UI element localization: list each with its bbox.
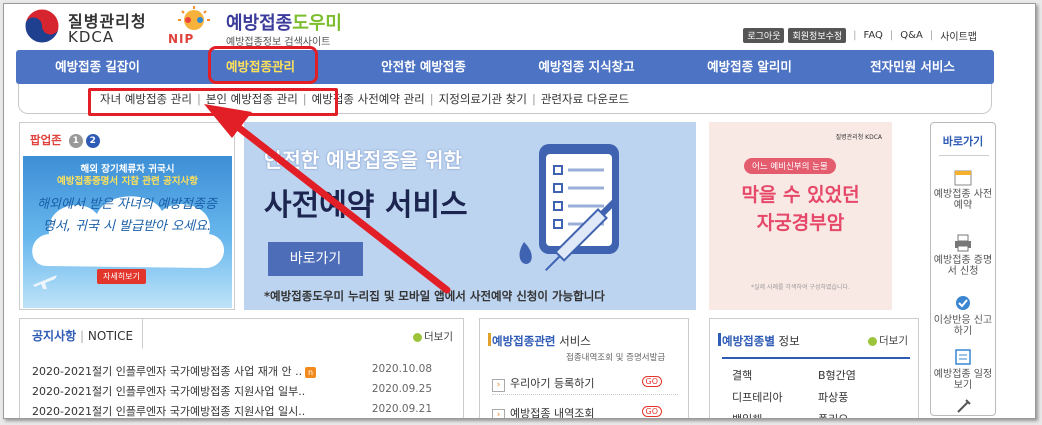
- browser-frame: 질병관리청 KDCA NIP 예방접종도우미 예방접종정보 검색사이트 로그아웃…: [3, 3, 1036, 419]
- red-arrow-icon: [204, 104, 451, 294]
